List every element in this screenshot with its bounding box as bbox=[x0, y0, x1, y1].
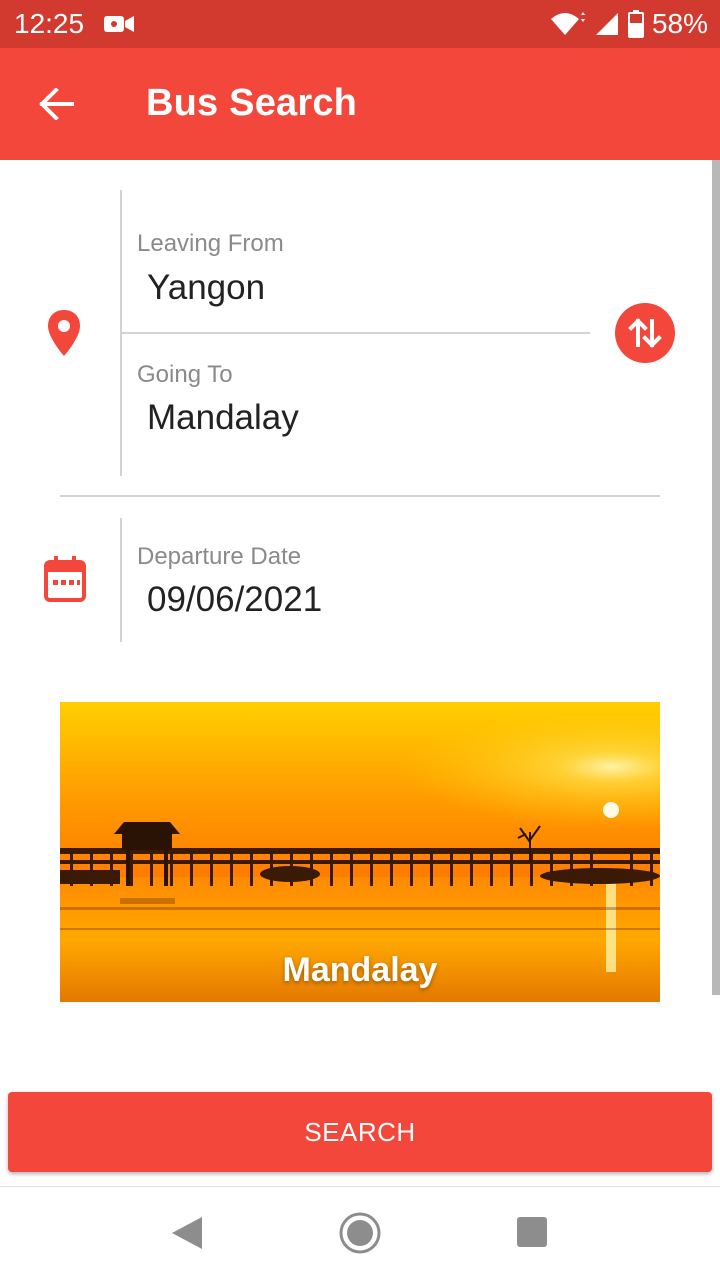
departure-date-field[interactable]: 09/06/2021 bbox=[147, 580, 322, 620]
scrollbar[interactable] bbox=[712, 160, 720, 995]
going-to-field[interactable]: Mandalay bbox=[147, 398, 299, 438]
nav-back-icon[interactable] bbox=[170, 1215, 204, 1251]
destination-card: Mandalay bbox=[60, 702, 660, 1002]
wifi-icon bbox=[550, 12, 585, 35]
signal-icon bbox=[595, 13, 618, 35]
arrow-left-icon bbox=[39, 88, 74, 120]
departure-date-label: Departure Date bbox=[137, 543, 302, 570]
back-button[interactable] bbox=[26, 76, 86, 132]
battery-icon bbox=[627, 10, 644, 38]
destination-name: Mandalay bbox=[282, 951, 438, 989]
section-divider bbox=[60, 495, 660, 497]
nav-recent-icon[interactable] bbox=[517, 1217, 547, 1247]
nav-home-icon[interactable] bbox=[338, 1211, 382, 1255]
battery-percent: 58% bbox=[651, 8, 708, 39]
swap-vertical-icon bbox=[628, 318, 662, 348]
system-nav-bar bbox=[0, 1186, 720, 1280]
status-icons: 58% bbox=[550, 8, 708, 40]
status-bar: 12:25 58% bbox=[0, 0, 720, 48]
search-button[interactable]: SEARCH bbox=[8, 1092, 712, 1172]
video-camera-icon bbox=[104, 16, 134, 32]
page-title: Bus Search bbox=[146, 82, 358, 124]
date-divider-vertical bbox=[120, 518, 122, 642]
map-pin-icon bbox=[48, 310, 80, 356]
field-divider bbox=[120, 332, 590, 334]
app-bar: Bus Search bbox=[0, 48, 720, 160]
swap-locations-button[interactable] bbox=[615, 303, 675, 363]
leaving-from-label: Leaving From bbox=[137, 230, 284, 257]
leaving-from-field[interactable]: Yangon bbox=[147, 268, 265, 308]
status-time: 12:25 bbox=[14, 8, 85, 39]
calendar-icon bbox=[44, 556, 86, 602]
going-to-label: Going To bbox=[137, 361, 233, 388]
